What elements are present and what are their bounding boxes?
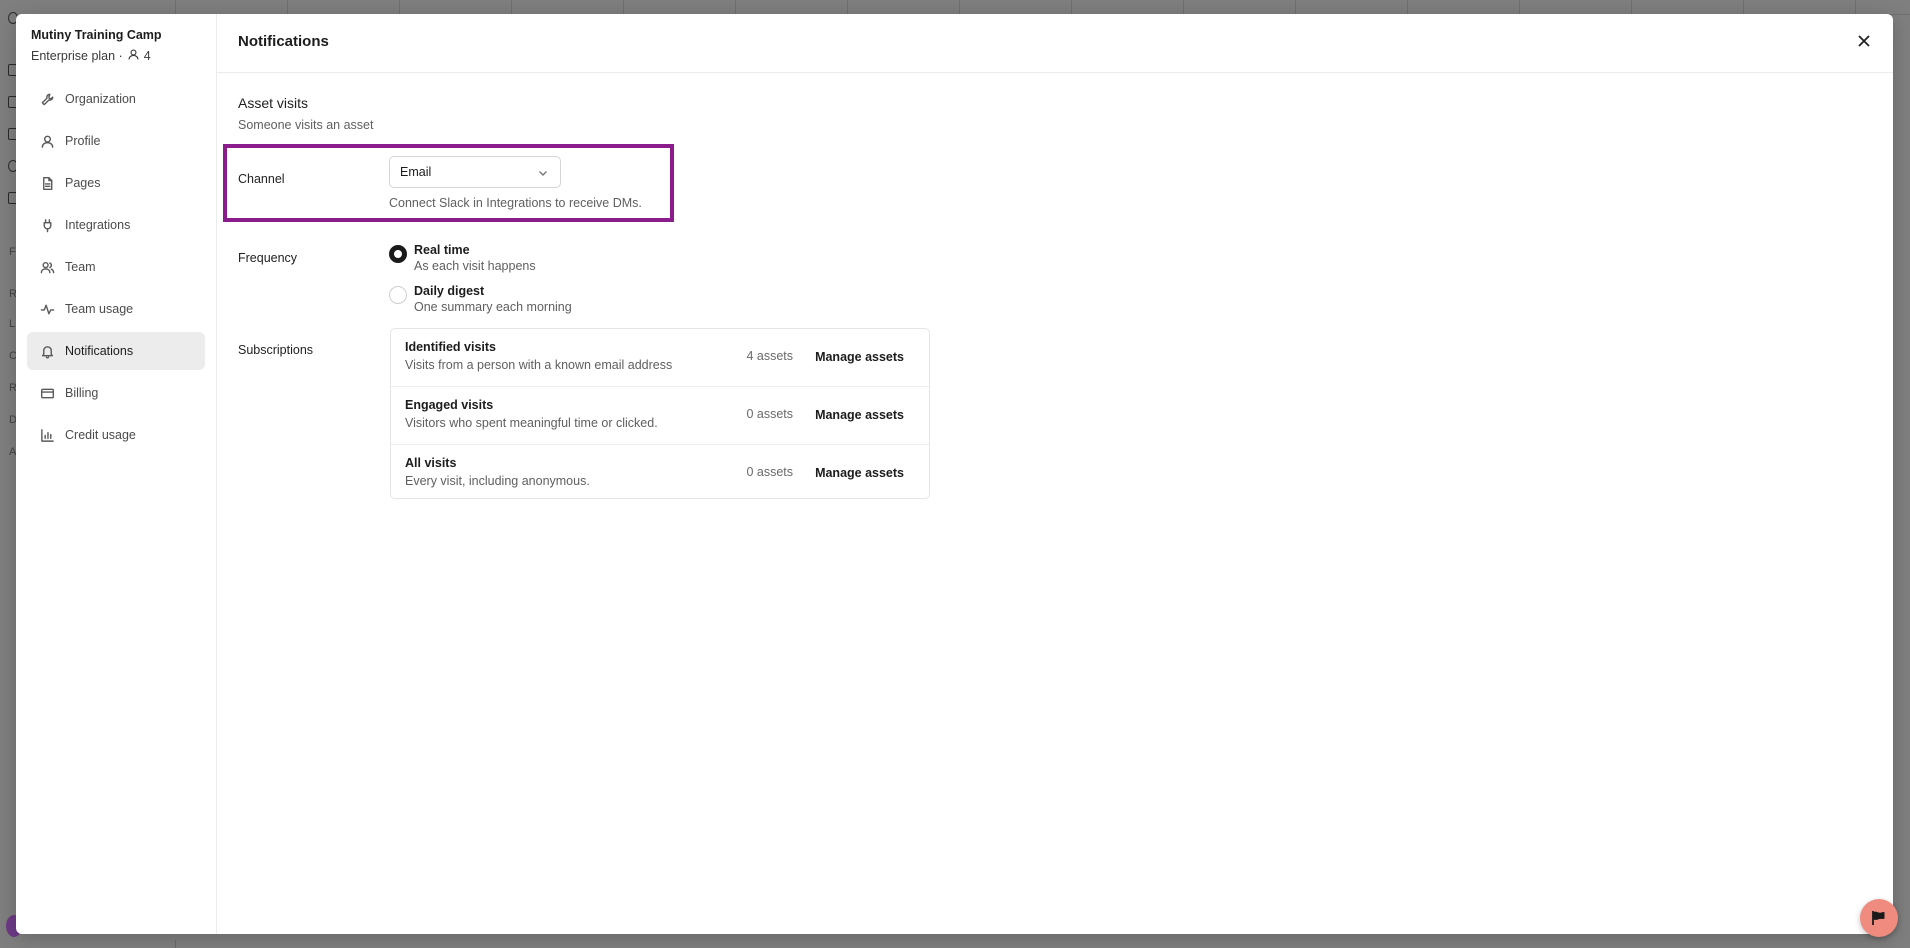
- background-rail-letter: L: [9, 318, 16, 330]
- sidebar-item-pages[interactable]: Pages: [27, 164, 205, 202]
- subscription-description: Every visit, including anonymous.: [405, 474, 590, 488]
- subscription-asset-count: 0 assets: [746, 407, 793, 421]
- radio-real-time[interactable]: Real time As each visit happens: [389, 243, 536, 273]
- background-grid: [175, 0, 1910, 15]
- radio-button-unchecked[interactable]: [389, 286, 407, 304]
- org-name: Mutiny Training Camp: [31, 28, 162, 42]
- subscription-description: Visits from a person with a known email …: [405, 358, 673, 372]
- settings-nav: Organization Profile Pages Integrations: [27, 80, 205, 458]
- wrench-icon: [39, 91, 55, 107]
- radio-label: Real time: [414, 243, 470, 257]
- sidebar-item-organization[interactable]: Organization: [27, 80, 205, 118]
- member-count: 4: [143, 49, 151, 63]
- manage-assets-button[interactable]: Manage assets: [815, 350, 904, 364]
- sidebar-item-integrations[interactable]: Integrations: [27, 206, 205, 244]
- file-icon: [39, 175, 55, 191]
- sidebar-item-label: Team usage: [65, 302, 134, 316]
- subscription-description: Visitors who spent meaningful time or cl…: [405, 416, 658, 430]
- sidebar-item-label: Notifications: [65, 344, 134, 358]
- close-button[interactable]: [1851, 28, 1877, 54]
- radio-description: As each visit happens: [414, 259, 536, 273]
- activity-icon: [39, 301, 55, 317]
- notifications-panel: Notifications Asset visits Someone visit…: [216, 14, 1893, 934]
- plug-icon: [39, 217, 55, 233]
- sidebar-item-label: Organization: [65, 92, 136, 106]
- channel-helper-text: Connect Slack in Integrations to receive…: [389, 196, 642, 210]
- credit-card-icon: [39, 385, 55, 401]
- chevron-down-icon: [538, 167, 548, 177]
- page-title: Notifications: [238, 33, 329, 50]
- manage-assets-button[interactable]: Manage assets: [815, 466, 904, 480]
- subscription-asset-count: 4 assets: [746, 349, 793, 363]
- subscription-name: Identified visits: [405, 340, 496, 354]
- radio-label: Daily digest: [414, 284, 485, 298]
- settings-modal: Mutiny Training Camp Enterprise plan · 4…: [16, 14, 1893, 934]
- sidebar-item-billing[interactable]: Billing: [27, 374, 205, 412]
- subscription-row: Identified visits Visits from a person w…: [391, 329, 929, 387]
- subscription-asset-count: 0 assets: [746, 465, 793, 479]
- channel-select-value: Email: [400, 165, 432, 179]
- sidebar-item-label: Team: [65, 260, 96, 274]
- radio-button-checked[interactable]: [389, 245, 407, 263]
- sidebar-item-team-usage[interactable]: Team usage: [27, 290, 205, 328]
- subscription-name: Engaged visits: [405, 398, 494, 412]
- bar-chart-icon: [39, 427, 55, 443]
- background-rail: F R L C R D A: [0, 0, 18, 948]
- subscription-name: All visits: [405, 456, 457, 470]
- subscription-row: All visits Every visit, including anonym…: [391, 445, 929, 498]
- panel-header: Notifications: [216, 14, 1893, 73]
- section-subtitle: Someone visits an asset: [238, 118, 374, 132]
- settings-sidebar: Mutiny Training Camp Enterprise plan · 4…: [16, 14, 217, 934]
- sidebar-item-label: Pages: [65, 176, 101, 190]
- frequency-label: Frequency: [238, 251, 298, 265]
- user-icon: [39, 133, 55, 149]
- member-icon: [127, 48, 140, 64]
- users-icon: [39, 259, 55, 275]
- manage-assets-button[interactable]: Manage assets: [815, 408, 904, 422]
- radio-daily-digest[interactable]: Daily digest One summary each morning: [389, 284, 572, 314]
- close-icon: [1858, 35, 1870, 47]
- radio-description: One summary each morning: [414, 300, 572, 314]
- subscriptions-label: Subscriptions: [238, 343, 314, 357]
- sidebar-item-profile[interactable]: Profile: [27, 122, 205, 160]
- section-title: Asset visits: [238, 95, 309, 111]
- help-chat-button[interactable]: [1860, 899, 1898, 937]
- org-plan: Enterprise plan · 4: [31, 48, 151, 64]
- sidebar-item-credit-usage[interactable]: Credit usage: [27, 416, 205, 454]
- subscriptions-list: Identified visits Visits from a person w…: [390, 328, 930, 499]
- sidebar-item-label: Profile: [65, 134, 101, 148]
- sidebar-item-notifications[interactable]: Notifications: [27, 332, 205, 370]
- bell-icon: [39, 343, 55, 359]
- sidebar-item-label: Billing: [65, 386, 99, 400]
- sidebar-item-team[interactable]: Team: [27, 248, 205, 286]
- sidebar-item-label: Credit usage: [65, 428, 136, 442]
- flag-icon: [1872, 911, 1885, 925]
- channel-select[interactable]: Email: [389, 156, 561, 188]
- channel-label: Channel: [238, 172, 285, 186]
- background-rail-letter: F: [9, 246, 16, 258]
- subscription-row: Engaged visits Visitors who spent meanin…: [391, 387, 929, 445]
- plan-label: Enterprise plan ·: [31, 49, 123, 63]
- sidebar-item-label: Integrations: [65, 218, 131, 232]
